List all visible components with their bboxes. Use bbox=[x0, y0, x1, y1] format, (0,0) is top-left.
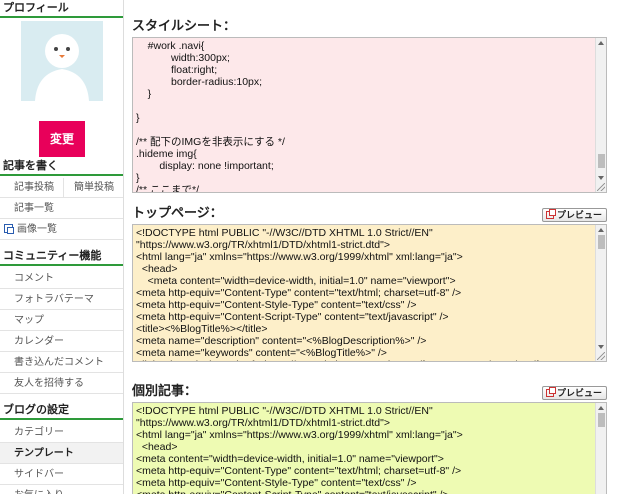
entry-preview-label: プレビュー bbox=[556, 388, 602, 398]
sidebar-item-post[interactable]: 記事投稿 bbox=[0, 178, 63, 197]
top-page-section: トップページ： プレビュー <!DOCTYPE html PUBLIC "-//… bbox=[132, 204, 607, 362]
change-avatar-button[interactable]: 変更 bbox=[39, 121, 85, 157]
community-heading: コミュニティー機能 bbox=[0, 248, 123, 266]
new-window-icon bbox=[4, 224, 14, 234]
avatar[interactable] bbox=[21, 21, 103, 101]
sidebar-item-images[interactable]: 画像一覧 bbox=[0, 219, 123, 240]
top-page-preview-label: プレビュー bbox=[556, 210, 602, 220]
scroll-up-icon[interactable] bbox=[598, 406, 604, 410]
stylesheet-code[interactable]: #work .navi{ width:300px; float:right; b… bbox=[133, 38, 606, 192]
sidebar-item-images-label: 画像一覧 bbox=[17, 224, 57, 235]
entry-scrollbar[interactable] bbox=[595, 403, 606, 494]
scroll-thumb[interactable] bbox=[598, 154, 605, 168]
sidebar-item-comments[interactable]: コメント bbox=[0, 268, 123, 289]
sidebar-item-article-list[interactable]: 記事一覧 bbox=[0, 198, 123, 219]
write-heading: 記事を書く bbox=[0, 158, 123, 176]
entry-title: 個別記事： プレビュー bbox=[132, 382, 607, 402]
scroll-up-icon[interactable] bbox=[598, 228, 604, 232]
scroll-down-icon[interactable] bbox=[598, 345, 604, 349]
stylesheet-title: スタイルシート： bbox=[132, 19, 237, 34]
sidebar: プロフィール 変更 記事を書く 記事投稿 簡単投稿 記事一覧 画像一覧 コミュニ… bbox=[0, 0, 124, 494]
default-avatar-icon bbox=[21, 21, 103, 101]
top-page-scrollbar[interactable] bbox=[595, 225, 606, 361]
sidebar-item-favorites[interactable]: お気に入り bbox=[0, 485, 123, 494]
stylesheet-section: スタイルシート： #work .navi{ width:300px; float… bbox=[132, 17, 607, 193]
entry-editor[interactable]: <!DOCTYPE html PUBLIC "-//W3C//DTD XHTML… bbox=[132, 402, 607, 494]
stylesheet-scrollbar[interactable] bbox=[595, 38, 606, 192]
sidebar-item-calendar[interactable]: カレンダー bbox=[0, 331, 123, 352]
sidebar-item-quick-post[interactable]: 簡単投稿 bbox=[63, 178, 123, 197]
top-page-title: トップページ： プレビュー bbox=[132, 204, 607, 224]
main-content: スタイルシート： #work .navi{ width:300px; float… bbox=[125, 0, 640, 494]
top-page-title-text: トップページ： bbox=[132, 206, 223, 221]
top-page-editor[interactable]: <!DOCTYPE html PUBLIC "-//W3C//DTD XHTML… bbox=[132, 224, 607, 362]
sidebar-item-template[interactable]: テンプレート bbox=[0, 443, 123, 464]
scroll-thumb[interactable] bbox=[598, 413, 605, 427]
write-row: 記事投稿 簡単投稿 bbox=[0, 178, 123, 198]
entry-section: 個別記事： プレビュー <!DOCTYPE html PUBLIC "-//W3… bbox=[132, 382, 607, 494]
sidebar-item-invite[interactable]: 友人を招待する bbox=[0, 373, 123, 394]
profile-heading: プロフィール bbox=[0, 0, 123, 18]
scroll-up-icon[interactable] bbox=[598, 41, 604, 45]
preview-icon bbox=[545, 387, 556, 397]
top-page-code[interactable]: <!DOCTYPE html PUBLIC "-//W3C//DTD XHTML… bbox=[133, 225, 606, 361]
sidebar-item-category[interactable]: カテゴリー bbox=[0, 422, 123, 443]
settings-heading: ブログの設定 bbox=[0, 402, 123, 420]
profile-box: 変更 bbox=[0, 20, 123, 158]
entry-code[interactable]: <!DOCTYPE html PUBLIC "-//W3C//DTD XHTML… bbox=[133, 403, 606, 494]
sidebar-item-photolover[interactable]: フォトラバテーマ bbox=[0, 289, 123, 310]
resize-grip-icon[interactable] bbox=[597, 352, 605, 360]
resize-grip-icon[interactable] bbox=[597, 183, 605, 191]
sidebar-item-map[interactable]: マップ bbox=[0, 310, 123, 331]
entry-preview-button[interactable]: プレビュー bbox=[541, 386, 607, 400]
top-page-preview-button[interactable]: プレビュー bbox=[541, 208, 607, 222]
stylesheet-editor[interactable]: #work .navi{ width:300px; float:right; b… bbox=[132, 37, 607, 193]
scroll-thumb[interactable] bbox=[598, 235, 605, 249]
preview-icon bbox=[545, 209, 556, 219]
sidebar-item-my-comments[interactable]: 書き込んだコメント bbox=[0, 352, 123, 373]
scroll-down-icon[interactable] bbox=[598, 176, 604, 180]
sidebar-item-sidebar[interactable]: サイドバー bbox=[0, 464, 123, 485]
entry-title-text: 個別記事： bbox=[132, 384, 198, 399]
